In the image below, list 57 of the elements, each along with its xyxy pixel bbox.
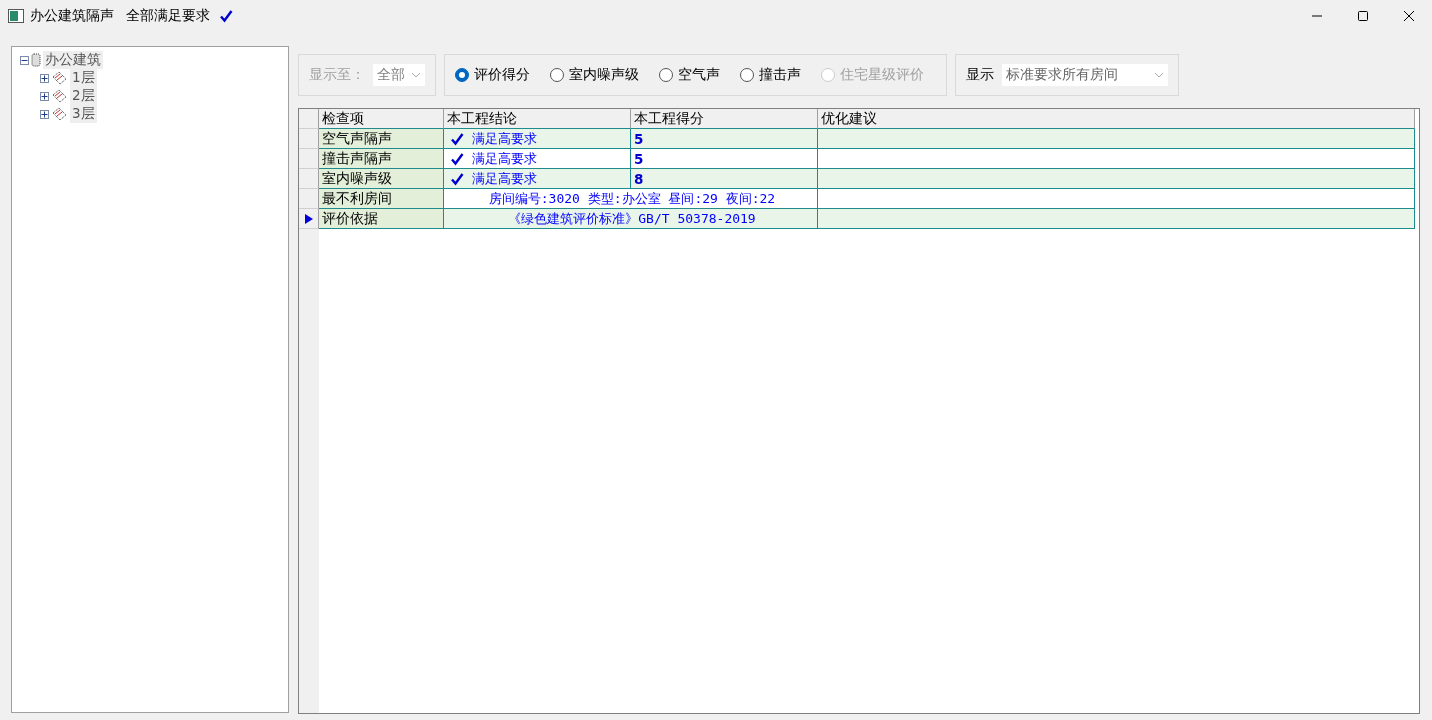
table-cell: 撞击声隔声 bbox=[319, 149, 444, 169]
current-row-icon bbox=[303, 212, 314, 225]
row-header-cell[interactable] bbox=[299, 129, 319, 149]
mode-radio[interactable]: 空气声 bbox=[659, 66, 720, 84]
range-label: 显示至： bbox=[309, 66, 365, 84]
mode-radio[interactable]: 评价得分 bbox=[455, 66, 530, 84]
tree-item[interactable]: 2层 bbox=[70, 87, 97, 105]
table-cell: 评价依据 bbox=[319, 209, 444, 229]
collapse-toggle[interactable] bbox=[20, 55, 29, 65]
tree-item[interactable]: 1层 bbox=[70, 69, 97, 87]
table-cell: 空气声隔声 bbox=[319, 129, 444, 149]
chevron-down-icon bbox=[411, 72, 421, 78]
floor-icon bbox=[51, 107, 68, 121]
check-icon bbox=[219, 9, 233, 23]
table-cell: 满足高要求 bbox=[444, 169, 631, 189]
floor-icon bbox=[51, 71, 68, 85]
mode-radio[interactable]: 撞击声 bbox=[740, 66, 801, 84]
plus-icon bbox=[41, 74, 48, 82]
display-label: 显示 bbox=[966, 66, 994, 84]
column-header: 本工程得分 bbox=[631, 109, 818, 129]
row-header-cell[interactable] bbox=[299, 189, 319, 209]
row-header-cell[interactable] bbox=[299, 149, 319, 169]
display-dropdown[interactable]: 标准要求所有房间 bbox=[1002, 64, 1168, 86]
column-header: 检查项 bbox=[319, 109, 444, 129]
expand-toggle[interactable] bbox=[40, 73, 49, 83]
table-cell: 室内噪声级 bbox=[319, 169, 444, 189]
table-cell: 5 bbox=[631, 129, 818, 149]
window-status: 全部满足要求 bbox=[126, 7, 210, 25]
mode-radio[interactable]: 室内噪声级 bbox=[550, 66, 639, 84]
close-icon bbox=[1403, 10, 1415, 22]
check-icon bbox=[450, 171, 464, 186]
tree-item[interactable]: 办公建筑 bbox=[43, 51, 103, 69]
expand-toggle[interactable] bbox=[40, 91, 49, 101]
row-header-cell bbox=[299, 109, 319, 129]
app-icon bbox=[8, 9, 24, 23]
building-icon bbox=[31, 53, 41, 67]
table-cell: 房间编号:3020 类型:办公室 昼间:29 夜间:22 bbox=[444, 189, 818, 209]
column-header: 本工程结论 bbox=[444, 109, 631, 129]
table-cell: 最不利房间 bbox=[319, 189, 444, 209]
chevron-down-icon bbox=[1154, 72, 1164, 78]
check-icon bbox=[450, 131, 464, 146]
row-header-cell[interactable] bbox=[299, 169, 319, 189]
table-cell: 《绿色建筑评价标准》GB/T 50378-2019 bbox=[444, 209, 818, 229]
check-icon bbox=[450, 151, 464, 166]
table-cell: 5 bbox=[631, 149, 818, 169]
expand-toggle[interactable] bbox=[40, 109, 49, 119]
window-title: 办公建筑隔声 bbox=[30, 7, 114, 25]
table-cell: 满足高要求 bbox=[444, 129, 631, 149]
tree-item[interactable]: 3层 bbox=[70, 105, 97, 123]
plus-icon bbox=[41, 110, 48, 118]
floor-icon bbox=[51, 89, 68, 103]
column-header: 优化建议 bbox=[818, 109, 1415, 129]
table-cell: 8 bbox=[631, 169, 818, 189]
maximize-icon bbox=[1357, 10, 1369, 22]
table-cell: 满足高要求 bbox=[444, 149, 631, 169]
row-header-cell[interactable] bbox=[299, 209, 319, 229]
plus-icon bbox=[41, 92, 48, 100]
